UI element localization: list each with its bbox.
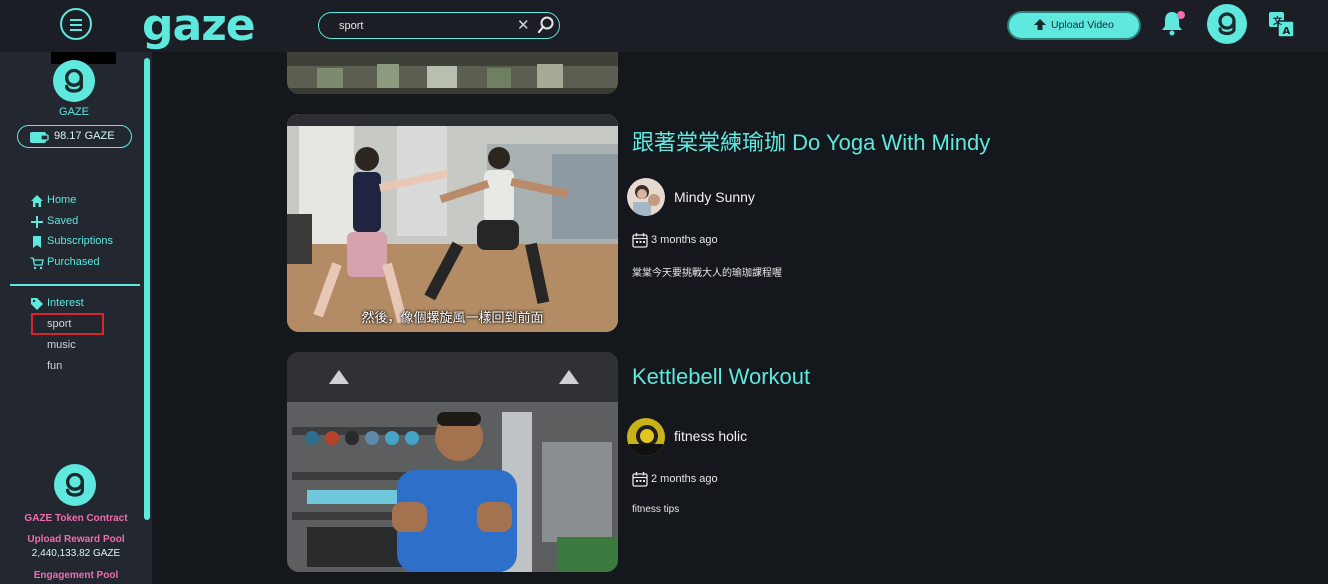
channel-avatar[interactable] <box>627 418 665 456</box>
sidebar-item-fun[interactable]: fun <box>47 360 62 372</box>
plus-icon <box>31 216 43 228</box>
video-thumbnail[interactable]: 然後，像個螺旋風一樣回到前面 <box>287 114 618 332</box>
upload-pool-value: 2,440,133.82 GAZE <box>31 548 121 559</box>
video-thumbnail-partial[interactable] <box>287 52 618 94</box>
cart-icon <box>30 257 44 270</box>
sidebar-item-label: Home <box>47 194 77 206</box>
sidebar-divider <box>10 284 140 286</box>
upload-video-label: Upload Video <box>1051 19 1114 31</box>
sidebar-item-label: Saved <box>47 215 79 227</box>
notification-badge <box>1177 11 1185 19</box>
engagement-pool-label: Engagement Pool <box>33 570 119 581</box>
wallet-balance[interactable]: 98.17 GAZE <box>17 125 132 148</box>
search-bar: ✕ <box>318 12 560 39</box>
upload-date-label: 3 months ago <box>651 234 718 246</box>
gaze-token-logo <box>54 464 96 506</box>
balance-label: 98.17 GAZE <box>54 130 115 142</box>
calendar-icon <box>632 472 648 487</box>
upload-date-label: 2 months ago <box>651 473 718 485</box>
video-thumbnail[interactable] <box>287 352 618 572</box>
wallet-icon <box>30 132 49 143</box>
token-contract-link[interactable]: GAZE Token Contract <box>0 513 152 524</box>
selection-highlight <box>31 313 104 335</box>
upload-icon <box>1034 19 1046 30</box>
channel-name[interactable]: fitness holic <box>674 428 747 444</box>
channel-name[interactable]: Mindy Sunny <box>674 189 755 205</box>
sidebar-item-music[interactable]: music <box>47 339 76 351</box>
sidebar-avatar[interactable] <box>53 60 95 102</box>
menu-button[interactable] <box>60 8 92 40</box>
gaze-g-icon <box>64 68 84 93</box>
home-icon <box>31 195 43 207</box>
sidebar-user-name: GAZE <box>59 106 89 118</box>
upload-pool-label: Upload Reward Pool <box>27 534 125 545</box>
channel-avatar[interactable] <box>627 178 665 216</box>
interest-label: Interest <box>47 297 84 309</box>
menu-icon <box>70 19 82 21</box>
close-icon[interactable]: ✕ <box>517 16 530 34</box>
sidebar-scrollbar[interactable] <box>144 58 150 520</box>
video-subtitle: 然後，像個螺旋風一樣回到前面 <box>361 310 544 325</box>
top-bar: gaze ✕ Upload Video 文 A <box>0 0 1328 52</box>
avatar[interactable] <box>1207 4 1247 44</box>
tag-icon <box>31 298 43 310</box>
gaze-g-icon <box>1218 12 1236 36</box>
svg-text:A: A <box>1283 26 1291 37</box>
svg-text:文: 文 <box>1272 15 1283 27</box>
calendar-icon <box>632 233 648 248</box>
video-title[interactable]: Kettlebell Workout <box>632 364 810 390</box>
search-input[interactable] <box>339 17 509 34</box>
gaze-logo[interactable]: gaze <box>142 0 256 51</box>
translate-icon[interactable]: 文 A <box>1267 10 1297 40</box>
upload-video-button[interactable]: Upload Video <box>1009 13 1139 38</box>
video-description: 棠棠今天要挑戰大人的瑜珈課程喔 <box>632 268 782 279</box>
video-title[interactable]: 跟著棠棠練瑜珈 Do Yoga With Mindy <box>632 125 990 157</box>
video-description: fitness tips <box>632 504 680 515</box>
search-icon[interactable] <box>537 15 555 35</box>
sidebar-item-label: Subscriptions <box>47 235 114 247</box>
gaze-g-icon <box>65 472 85 497</box>
sidebar-item-label: Purchased <box>47 256 100 268</box>
bookmark-icon <box>33 236 41 248</box>
